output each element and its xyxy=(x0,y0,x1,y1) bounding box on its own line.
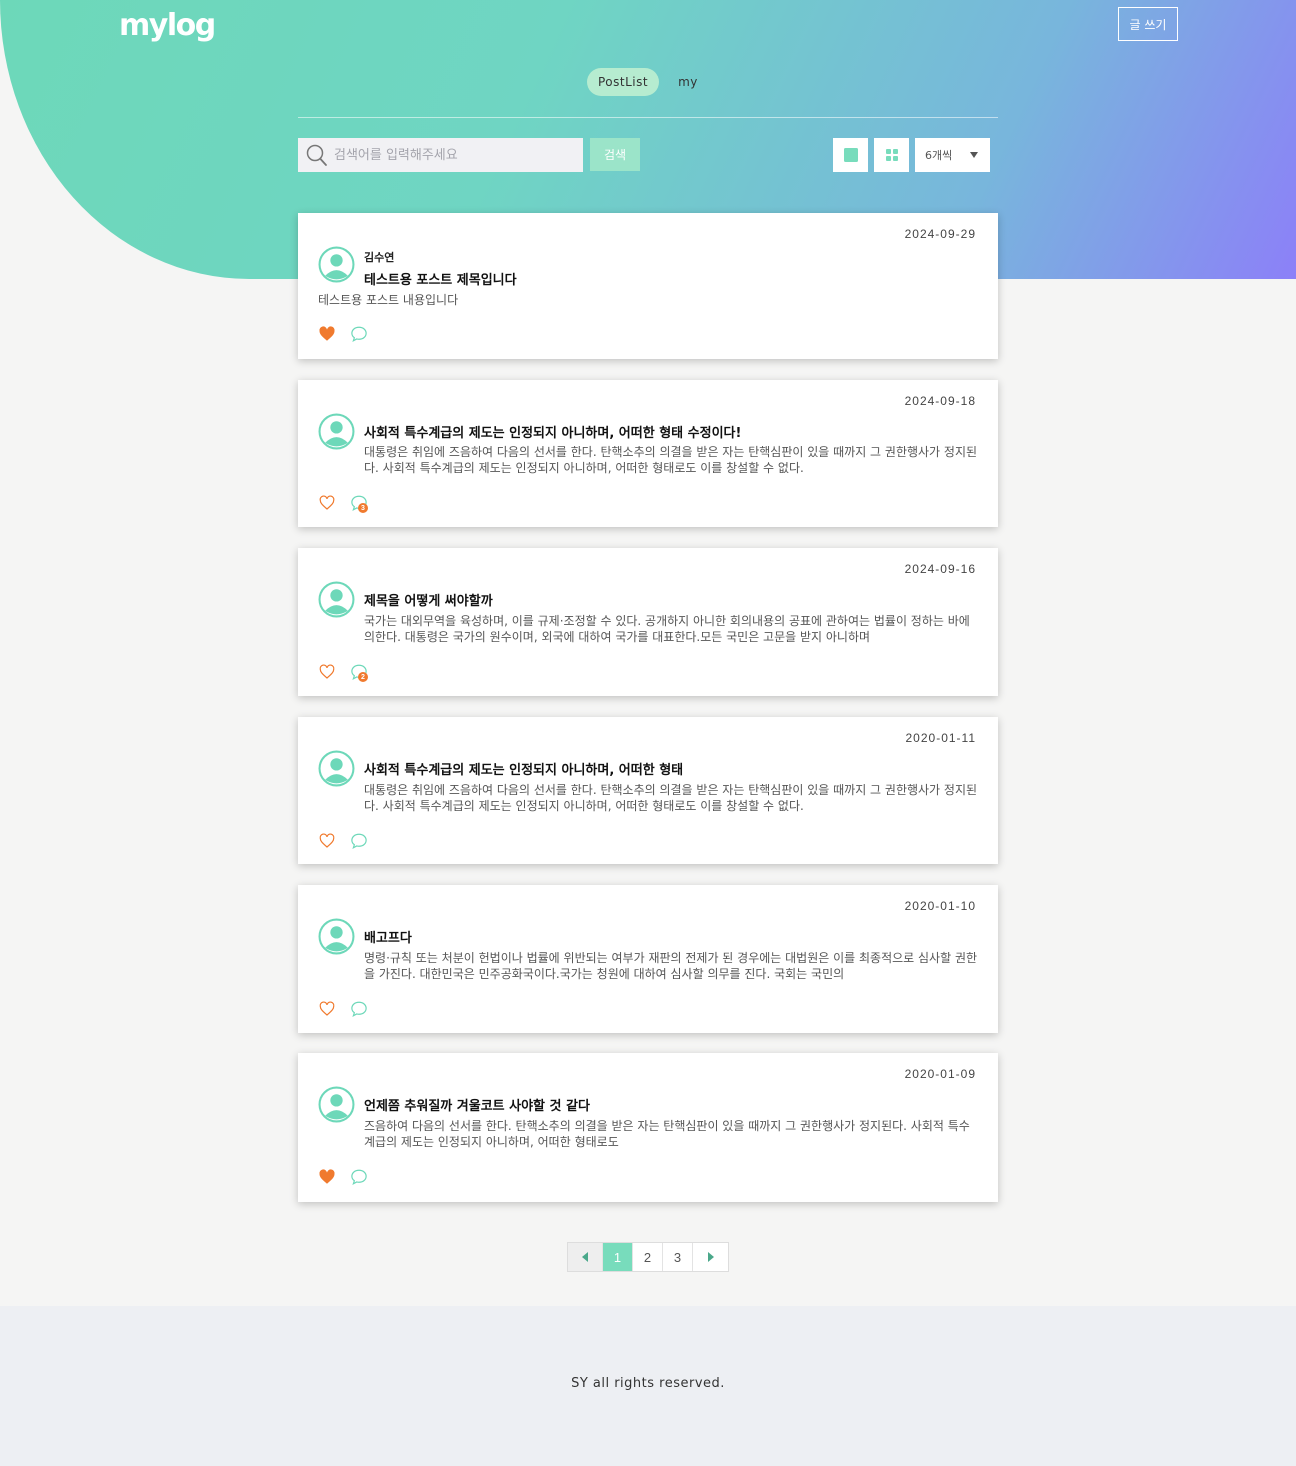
comment-icon xyxy=(351,1001,367,1017)
page-1-button[interactable]: 1 xyxy=(603,1243,633,1271)
search-box xyxy=(298,138,583,172)
like-button[interactable] xyxy=(318,663,336,681)
avatar-icon xyxy=(318,581,355,618)
comment-button[interactable]: 3 xyxy=(350,494,368,513)
post-content: 대통령은 취임에 즈음하여 다음의 선서를 한다. 탄핵소추의 의결을 받은 자… xyxy=(364,445,978,475)
post-actions xyxy=(318,1168,368,1186)
post-content: 즈음하여 다음의 선서를 한다. 탄핵소추의 의결을 받은 자는 탄핵심판이 있… xyxy=(364,1119,970,1149)
post-date: 2020-01-11 xyxy=(905,731,976,745)
post-actions xyxy=(318,325,368,343)
post-date: 2020-01-09 xyxy=(904,1067,976,1081)
like-button[interactable] xyxy=(318,832,336,850)
page-3-button[interactable]: 3 xyxy=(663,1243,693,1271)
avatar-icon xyxy=(318,413,355,450)
avatar-icon xyxy=(318,918,355,955)
post-content: 명령·규칙 또는 처분이 헌법이나 법률에 위반되는 여부가 재판의 전제가 된… xyxy=(364,951,978,981)
post-date: 2020-01-10 xyxy=(904,899,976,913)
post-card[interactable]: 2020-01-11 사회적 특수계급의 제도는 인정되지 아니하며, 어떠한 … xyxy=(298,717,998,864)
search-icon xyxy=(306,144,327,166)
post-content: 국가는 대외무역을 육성하며, 이를 규제·조정할 수 있다. 공개하지 아니한… xyxy=(364,614,970,644)
post-card[interactable]: 2020-01-10 배고프다 명령·규칙 또는 처분이 헌법이나 법률에 위반… xyxy=(298,885,998,1033)
page-2-button[interactable]: 2 xyxy=(633,1243,663,1271)
chevron-left-icon xyxy=(582,1252,588,1262)
post-title[interactable]: 제목을 어떻게 써야할까 xyxy=(364,590,493,609)
prev-page-button[interactable] xyxy=(568,1243,603,1271)
post-card[interactable]: 2024-09-29 김수연 테스트용 포스트 제목입니다 테스트용 포스트 내… xyxy=(298,213,998,359)
footer-text: SY all rights reserved. xyxy=(571,1376,725,1391)
per-page-value: 6개씩 xyxy=(925,149,953,162)
write-post-button[interactable]: 글 쓰기 xyxy=(1118,7,1178,41)
like-button[interactable] xyxy=(318,1168,336,1186)
list-view-button[interactable] xyxy=(833,138,868,172)
comment-icon xyxy=(351,1169,367,1185)
heart-outline-icon xyxy=(319,495,335,510)
comment-icon xyxy=(351,326,367,342)
post-author: 김수연 xyxy=(364,251,395,264)
comment-button[interactable] xyxy=(350,1000,368,1018)
comment-icon xyxy=(351,833,367,849)
search-button[interactable]: 검색 xyxy=(590,138,640,171)
post-content: 테스트용 포스트 내용입니다 xyxy=(318,293,459,307)
comment-count-badge: 2 xyxy=(358,672,368,682)
post-card[interactable]: 2020-01-09 언제쯤 추워질까 겨울코트 사야할 것 같다 즈음하여 다… xyxy=(298,1053,998,1202)
post-title[interactable]: 언제쯤 추워질까 겨울코트 사야할 것 같다 xyxy=(364,1095,590,1114)
chevron-right-icon xyxy=(707,1252,714,1262)
post-actions xyxy=(318,832,368,850)
logo[interactable]: mylog xyxy=(119,8,216,43)
post-title[interactable]: 테스트용 포스트 제목입니다 xyxy=(364,269,517,288)
nav-tabs: PostList my xyxy=(587,68,709,96)
header-divider xyxy=(298,117,998,118)
next-page-button[interactable] xyxy=(693,1243,728,1271)
post-actions xyxy=(318,1000,368,1018)
footer: SY all rights reserved. xyxy=(0,1306,1296,1466)
heart-outline-icon xyxy=(319,1001,335,1016)
post-date: 2024-09-29 xyxy=(904,227,976,241)
per-page-select[interactable]: 6개씩 xyxy=(915,138,990,172)
heart-outline-icon xyxy=(319,664,335,679)
post-title[interactable]: 배고프다 xyxy=(364,927,412,946)
comment-button[interactable] xyxy=(350,832,368,850)
post-title[interactable]: 사회적 특수계급의 제도는 인정되지 아니하며, 어떠한 형태 수정이다! xyxy=(364,422,741,441)
post-card[interactable]: 2024-09-18 사회적 특수계급의 제도는 인정되지 아니하며, 어떠한 … xyxy=(298,380,998,527)
post-date: 2024-09-16 xyxy=(904,562,976,576)
avatar-icon xyxy=(318,246,355,283)
pagination: 1 2 3 xyxy=(567,1242,729,1272)
avatar-icon xyxy=(318,750,355,787)
post-actions: 2 xyxy=(318,663,368,682)
post-card[interactable]: 2024-09-16 제목을 어떻게 써야할까 국가는 대외무역을 육성하며, … xyxy=(298,548,998,696)
tab-my[interactable]: my xyxy=(667,68,709,96)
comment-button[interactable] xyxy=(350,325,368,343)
post-date: 2024-09-18 xyxy=(904,394,976,408)
avatar-icon xyxy=(318,1086,355,1123)
post-content: 대통령은 취임에 즈음하여 다음의 선서를 한다. 탄핵소추의 의결을 받은 자… xyxy=(364,783,978,813)
tab-postlist[interactable]: PostList xyxy=(587,68,660,96)
grid-view-button[interactable] xyxy=(874,138,909,172)
like-button[interactable] xyxy=(318,494,336,512)
comment-count-badge: 3 xyxy=(358,503,368,513)
post-actions: 3 xyxy=(318,494,368,513)
search-input[interactable] xyxy=(334,147,564,163)
heart-outline-icon xyxy=(319,833,335,848)
grid-view-icon xyxy=(885,149,898,161)
comment-button[interactable]: 2 xyxy=(350,663,368,682)
heart-filled-icon xyxy=(319,326,335,341)
heart-filled-icon xyxy=(319,1169,335,1184)
chevron-down-icon xyxy=(970,152,978,158)
list-view-icon xyxy=(843,148,858,162)
like-button[interactable] xyxy=(318,1000,336,1018)
comment-button[interactable] xyxy=(350,1168,368,1186)
post-title[interactable]: 사회적 특수계급의 제도는 인정되지 아니하며, 어떠한 형태 xyxy=(364,759,683,778)
like-button[interactable] xyxy=(318,325,336,343)
